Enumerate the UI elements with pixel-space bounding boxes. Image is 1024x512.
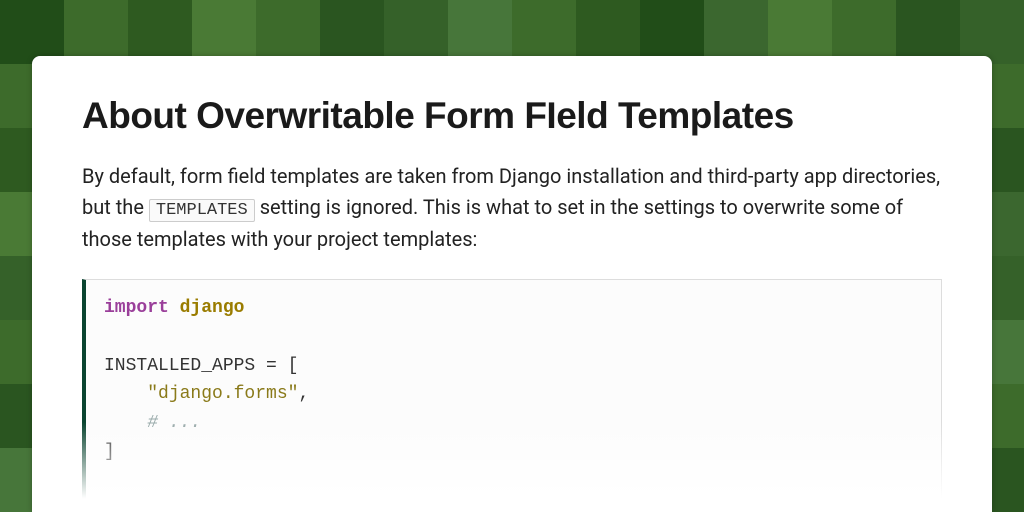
code-module-django: django [180,298,245,318]
intro-paragraph: By default, form field templates are tak… [82,161,942,255]
code-keyword-import: import [104,298,169,318]
inline-code-templates: TEMPLATES [149,199,255,222]
code-block: import django INSTALLED_APPS = [ "django… [82,279,942,512]
code-line-close-bracket: ] [104,442,115,462]
content-card: About Overwritable Form FIeld Templates … [32,56,992,512]
page-title: About Overwritable Form FIeld Templates [82,96,942,137]
code-line-templates: TEMPLATES = [ [104,500,244,512]
code-comma: , [298,384,309,404]
code-string-django-forms: "django.forms" [147,384,298,404]
code-line-installed-apps: INSTALLED_APPS = [ [104,356,298,376]
code-comment-ellipsis: # ... [147,413,201,433]
